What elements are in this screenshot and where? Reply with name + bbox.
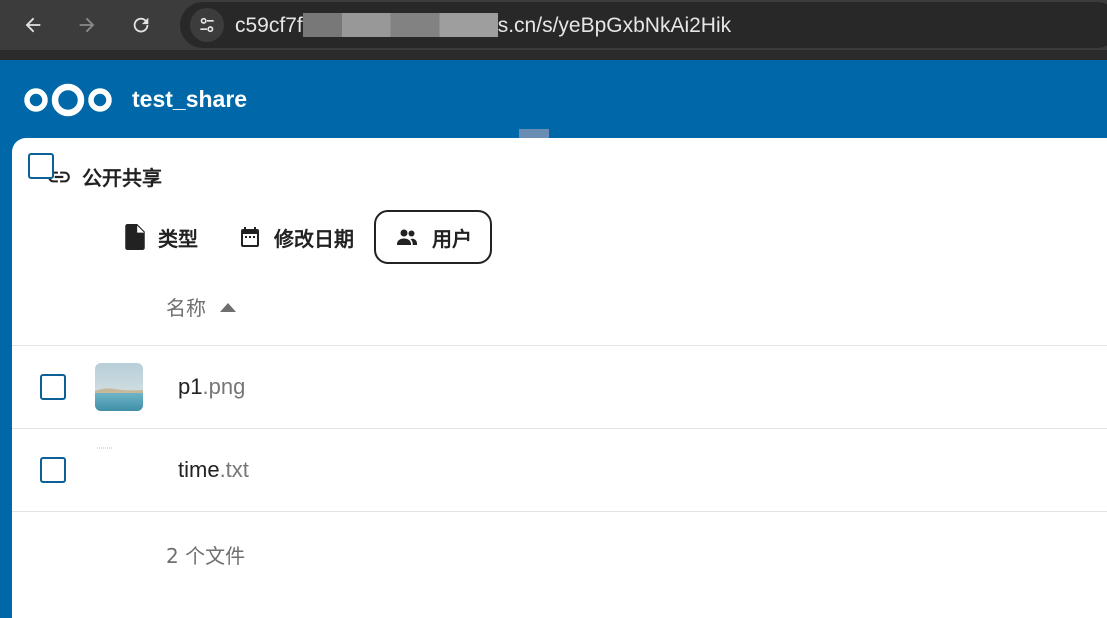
text-preview-icon (95, 446, 143, 494)
nextcloud-logo-icon (24, 83, 112, 117)
reload-icon (133, 17, 149, 33)
file-basename: time (178, 457, 220, 482)
file-name[interactable]: p1.png (178, 374, 245, 400)
browser-toolbar: c59cf7f s.cn/s/yeBpGxbNkAi2Hik (0, 0, 1107, 50)
file-extension: .txt (219, 457, 249, 482)
app-header: test_share (0, 60, 1107, 138)
filter-type-label: 类型 (158, 226, 198, 251)
text-thumbnail[interactable] (95, 446, 143, 494)
file-row[interactable]: time.txt (12, 429, 1107, 512)
address-bar[interactable]: c59cf7f s.cn/s/yeBpGxbNkAi2Hik (180, 2, 1107, 48)
file-extension: .png (202, 374, 246, 399)
filter-bar: 类型 修改日期 用户 (104, 210, 492, 264)
url-redaction (302, 13, 498, 37)
file-row[interactable]: p1.png (12, 346, 1107, 429)
file-count-summary: 2 个文件 (166, 544, 246, 568)
sort-ascending-icon (220, 303, 236, 312)
image-thumbnail[interactable] (95, 363, 143, 411)
section-title: 公开共享 (82, 166, 162, 190)
row-checkbox[interactable] (40, 457, 66, 483)
section-header: 公开共享 (46, 162, 162, 191)
filter-modified-label: 修改日期 (274, 226, 354, 251)
back-button[interactable] (16, 8, 50, 42)
forward-button[interactable] (70, 8, 104, 42)
site-info-button[interactable] (190, 8, 224, 42)
share-title: test_share (132, 86, 248, 112)
users-icon (397, 229, 417, 245)
filter-type-button[interactable]: 类型 (104, 210, 218, 264)
reload-button[interactable] (124, 8, 158, 42)
file-list-card: 公开共享 类型 修改日期 用户 名称 p1.png time.txt 2 个文件 (12, 138, 1107, 618)
column-name-sort[interactable]: 名称 (166, 292, 236, 321)
file-icon (125, 224, 145, 250)
file-name[interactable]: time.txt (178, 457, 249, 483)
browser-divider (0, 50, 1107, 60)
landscape-thumbnail-icon (95, 363, 143, 411)
file-basename: p1 (178, 374, 203, 399)
arrow-right-icon (79, 17, 95, 33)
arrow-left-icon (25, 17, 41, 33)
filter-people-label: 用户 (432, 226, 472, 251)
row-checkbox[interactable] (40, 374, 66, 400)
url-prefix: c59cf7f (235, 14, 303, 37)
filter-people-button[interactable]: 用户 (374, 210, 492, 264)
column-name-label: 名称 (166, 296, 206, 320)
select-all-checkbox[interactable] (28, 153, 54, 179)
tune-icon (200, 17, 214, 33)
filter-modified-button[interactable]: 修改日期 (218, 210, 374, 264)
calendar-icon (241, 227, 259, 247)
url-text[interactable]: c59cf7f s.cn/s/yeBpGxbNkAi2Hik (235, 13, 731, 38)
url-suffix: s.cn/s/yeBpGxbNkAi2Hik (497, 14, 732, 37)
file-list-header: 名称 (12, 153, 1107, 346)
